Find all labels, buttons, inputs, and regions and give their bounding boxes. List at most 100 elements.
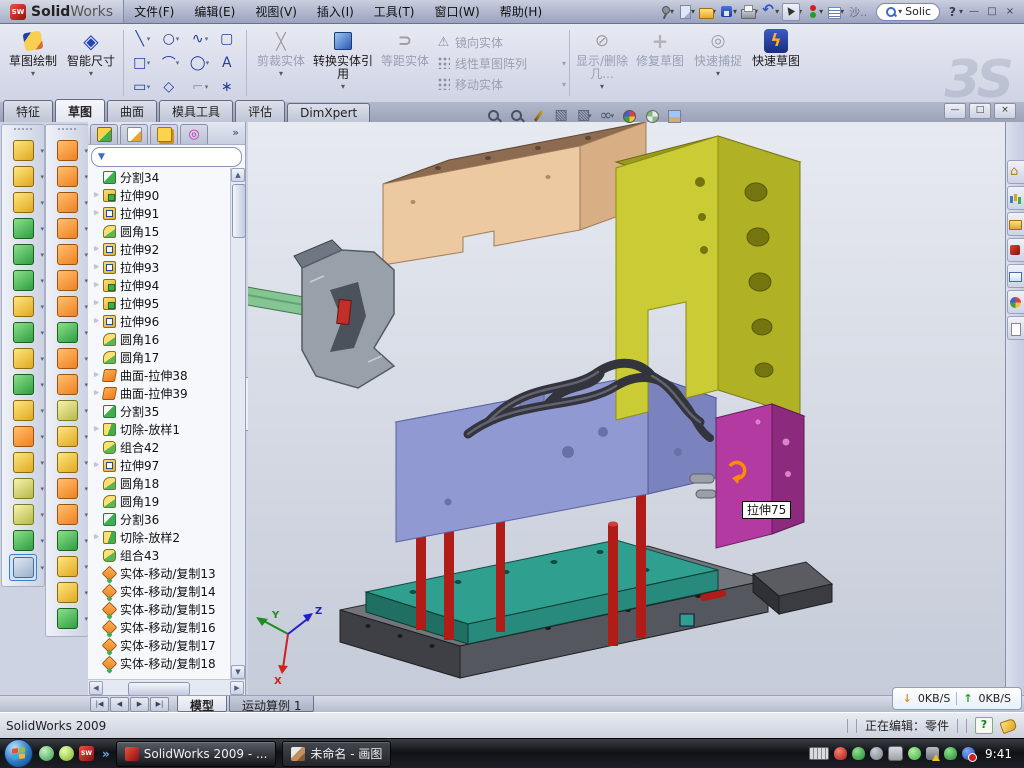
tree-item[interactable]: 实体-移动/复制18 [91,654,230,672]
dropdown-caret-icon[interactable]: ▾ [40,407,44,415]
ribbon-button[interactable]: 快速草图 ▾ [747,24,805,102]
featuremanager-tab[interactable] [90,124,118,144]
expand-arrow-icon[interactable] [91,424,102,434]
options-list-icon[interactable] [826,4,842,20]
part-handle-rod[interactable] [248,284,310,316]
command-tab[interactable]: 草图 [55,99,105,122]
expand-arrow-icon[interactable] [91,370,102,380]
expand-arrow-icon[interactable] [91,244,102,254]
ribbon-button[interactable]: 显示/删除几... ▾ [573,24,631,102]
bodies-icon[interactable]: ▾ [10,398,36,423]
view-settings-icon[interactable] [666,108,683,125]
pin-icon[interactable] [656,4,672,20]
ribbon-button[interactable]: 快速捕捉 ▾ [689,24,747,102]
view-palette-tab[interactable] [1007,264,1024,288]
shield-lightning-tray-icon[interactable] [852,747,865,760]
dropdown-caret-icon[interactable]: ▾ [40,381,44,389]
zoom-fit-icon[interactable] [486,108,503,125]
tree-horizontal-scrollbar[interactable]: ◀ ▶ [88,679,245,695]
scroll-down-button[interactable]: ▼ [231,665,245,679]
expand-arrow-icon[interactable] [91,316,102,326]
tree-item[interactable]: 拉伸95 [91,294,230,312]
tree-item[interactable]: 拉伸91 [91,204,230,222]
ribbon-stack-button[interactable]: 移动实体 ▾ [436,76,566,93]
dome-icon[interactable]: ▾ [54,528,80,553]
part-top-clamp-plate[interactable] [383,122,646,265]
scroll-right-button[interactable]: ▶ [230,681,244,695]
command-tab[interactable]: 评估 [235,100,285,122]
dropdown-caret-icon[interactable]: ▾ [40,173,44,181]
sketch-tool-button[interactable]: ⌐ ▾ [185,75,214,99]
tree-item[interactable]: 实体-移动/复制14 [91,582,230,600]
home-tab[interactable] [1007,160,1024,184]
study-tab[interactable]: 运动算例 1 [229,696,314,712]
ribbon-button[interactable]: 转换实体引用 ▾ [312,24,374,102]
menu-item[interactable]: 窗口(W) [425,3,490,20]
dropdown-caret-icon[interactable]: ▾ [562,59,566,68]
dropdown-caret-icon[interactable]: ▾ [147,83,151,91]
tab-nav-button[interactable]: ▶| [150,697,169,712]
tree-item[interactable]: 组合43 [91,546,230,564]
expand-arrow-icon[interactable] [91,298,102,308]
close-button[interactable]: × [994,103,1016,119]
print-icon[interactable] [740,4,756,20]
linear-pattern-icon[interactable]: ▾ [10,320,36,345]
dropdown-caret-icon[interactable]: ▾ [40,511,44,519]
tree-item[interactable]: 拉伸94 [91,276,230,294]
display-style-icon[interactable] [576,108,593,125]
part-magenta-block[interactable] [716,404,804,548]
dropdown-caret-icon[interactable]: ▾ [40,564,44,572]
thicken-icon[interactable]: ▾ [54,346,80,371]
hide-show-items-icon[interactable] [599,108,616,125]
help-caret-icon[interactable]: ▾ [959,7,963,16]
toolbar-grip[interactable] [58,128,76,135]
minimize-button[interactable]: — [944,103,966,119]
dropdown-caret-icon[interactable]: ▾ [40,251,44,259]
delete-face-icon[interactable]: ▾ [54,398,80,423]
sketch-tool-button[interactable]: ◯ ▾ [185,51,214,75]
dropdown-caret-icon[interactable]: ▾ [40,433,44,441]
tag-icon[interactable] [999,717,1017,733]
quick-tips-button[interactable]: ? [975,717,993,734]
expand-arrow-icon[interactable] [91,190,102,200]
ribbon-button[interactable]: 修复草图 ▾ [631,24,689,102]
tree-item[interactable]: 组合42 [91,438,230,456]
dropdown-caret-icon[interactable]: ▾ [40,537,44,545]
move-copy-body-icon[interactable]: ▾ [10,424,36,449]
sketch-tool-button[interactable]: ∗ ▾ [214,75,243,99]
command-tab[interactable]: 模具工具 [159,100,233,122]
dropdown-caret-icon[interactable]: ▾ [341,82,345,91]
scrollbar-thumb[interactable] [232,184,246,238]
menu-item[interactable]: 编辑(E) [184,3,245,20]
edit-appearance-icon[interactable] [621,108,638,125]
lofted-surface-icon[interactable]: ▾ [54,216,80,241]
menu-item[interactable]: 文件(F) [124,3,184,20]
fillet-icon[interactable]: ▾ [10,190,36,215]
shell-icon[interactable]: ▾ [54,450,80,475]
keyboard-tray-icon[interactable] [809,747,829,760]
expand-arrow-icon[interactable] [91,262,102,272]
hole-wizard-icon[interactable]: ▾ [10,294,36,319]
tree-item[interactable]: 圆角16 [91,330,230,348]
restore-button[interactable]: □ [969,103,991,119]
start-button[interactable] [4,739,33,768]
sketch-tool-button[interactable]: ▭ ▾ [127,75,156,99]
ribbon-stack-button[interactable]: 镜向实体 ▾ [436,34,566,51]
search-input[interactable]: Solic [905,5,931,18]
dropdown-caret-icon[interactable]: ▾ [40,459,44,467]
study-tab[interactable]: 模型 [177,696,227,712]
command-tab[interactable]: 曲面 [107,100,157,122]
tree-item[interactable]: 圆角17 [91,348,230,366]
scroll-left-button[interactable]: ◀ [89,681,103,695]
command-tab[interactable]: DimXpert [287,103,370,122]
ribbon-stack-button[interactable]: 线性草图阵列 ▾ [436,55,566,72]
dropdown-caret-icon[interactable]: ▾ [89,69,93,78]
box-feature-icon[interactable]: ▾ [54,424,80,449]
tab-nav-button[interactable]: |◀ [90,697,109,712]
security-plus-tray-icon[interactable] [944,747,957,760]
command-tab[interactable]: 特征 [3,100,53,122]
game-icon[interactable] [59,746,74,761]
dropdown-caret-icon[interactable]: ▾ [600,82,604,91]
taskbar-window-button[interactable]: 未命名 - 画图 [282,741,391,767]
solidworks-quicklaunch-icon[interactable]: SW [79,746,94,761]
